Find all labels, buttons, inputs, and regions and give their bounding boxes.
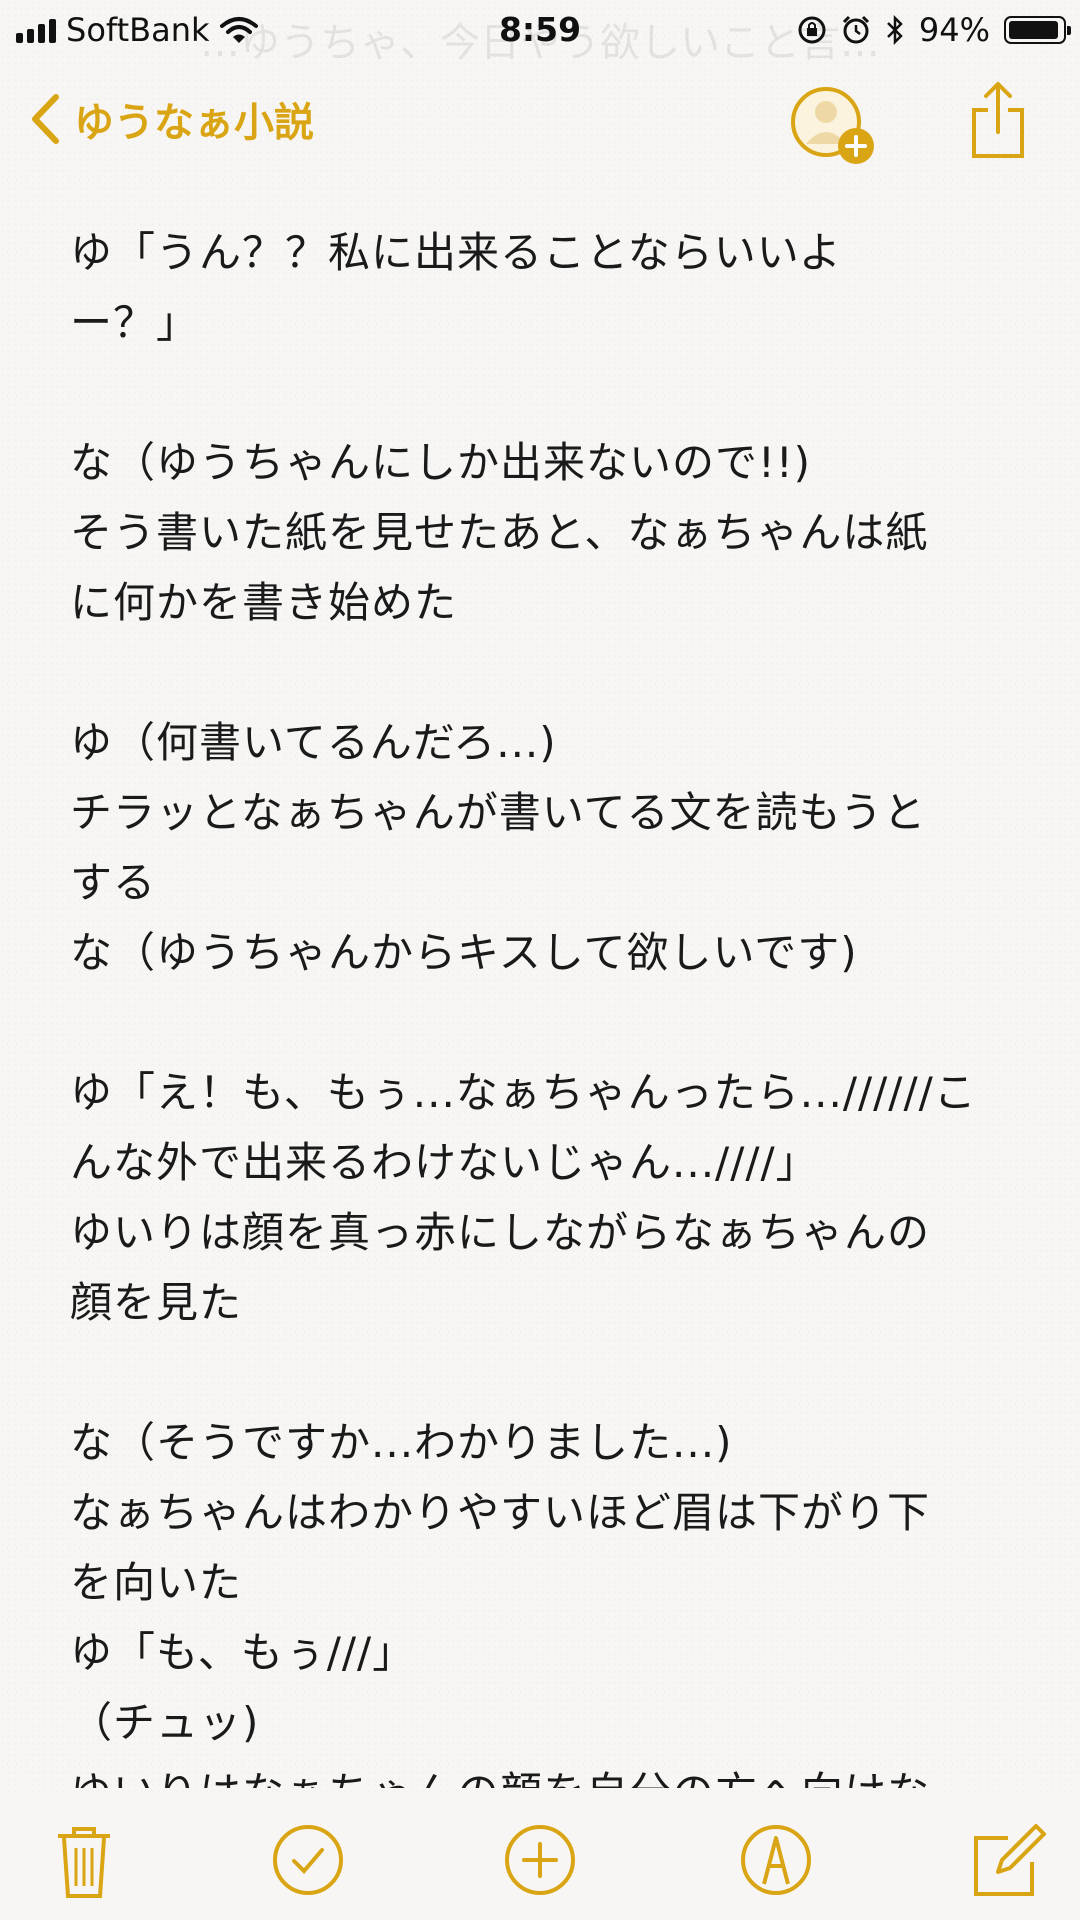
back-button[interactable]: ゆうなぁ小説 <box>30 90 314 148</box>
bottom-toolbar <box>0 1790 1080 1920</box>
note-line: そう書いた紙を見せたあと、なぁちゃんは紙 <box>70 508 929 557</box>
note-blank-line <box>70 1338 1010 1408</box>
battery-percent: 94% <box>918 11 990 49</box>
note-line: に何かを書き始めた <box>70 578 458 627</box>
note-line: んな外で出来るわけないじゃん...////」 <box>70 1138 819 1187</box>
note-line: （チュッ) <box>70 1698 260 1747</box>
add-people-icon[interactable] <box>788 82 878 168</box>
checklist-icon[interactable] <box>268 1820 348 1900</box>
note-blank-line <box>70 988 1010 1058</box>
note-line: を向いた <box>70 1558 243 1607</box>
note-line: ゆいりはなぁちゃんの顔を自分の方へ向けな <box>70 1758 1010 1788</box>
status-right: 94% <box>797 8 1071 52</box>
note-line: ゆ「うん？？私に出来ることならいいよ <box>70 228 842 277</box>
note-line: な（ゆうちゃんからキスして欲しいです) <box>70 928 858 977</box>
note-line: なぁちゃんはわかりやすいほど眉は下がり下 <box>70 1488 931 1537</box>
note-line: ゆ（何書いてるんだろ...) <box>70 718 557 767</box>
bluetooth-icon <box>886 15 903 45</box>
status-bar: SoftBank 8:59 94% <box>0 0 1080 60</box>
note-body[interactable]: ゆ「うん？？私に出来ることならいいよ ー？」な（ゆうちゃんにしか出来ないので!!)… <box>70 218 1010 1788</box>
back-button-label: ゆうなぁ小説 <box>74 100 314 146</box>
battery-icon <box>1004 16 1071 44</box>
alarm-icon <box>842 15 869 44</box>
note-line: な（そうですか...わかりました...) <box>70 1418 733 1467</box>
note-line: ー？」 <box>70 298 200 347</box>
note-blank-line <box>70 638 1010 708</box>
note-line: ゆ「え！も、もぅ...なぁちゃんったら...//////こ <box>70 1068 977 1117</box>
note-blank-line <box>70 358 1010 428</box>
note-line: チラッとなぁちゃんが書いてる文を読もうと <box>70 788 927 837</box>
note-line: 顔を見た <box>70 1278 243 1327</box>
note-line: ゆ「も、もぅ///」 <box>70 1628 416 1677</box>
share-icon[interactable] <box>968 80 1028 160</box>
markup-icon[interactable] <box>736 1820 816 1900</box>
add-icon[interactable] <box>500 1820 580 1900</box>
orientation-lock-icon <box>798 16 826 44</box>
compose-icon[interactable] <box>968 1820 1048 1900</box>
chevron-left-icon <box>32 94 59 144</box>
note-line: ゆいりは顔を真っ赤にしながらなぁちゃんの <box>70 1208 931 1257</box>
note-line: する <box>70 858 157 907</box>
trash-icon[interactable] <box>44 1820 124 1900</box>
navigation-bar: ゆうなぁ小説 <box>0 70 1080 170</box>
note-line: な（ゆうちゃんにしか出来ないので!!) <box>70 438 812 487</box>
